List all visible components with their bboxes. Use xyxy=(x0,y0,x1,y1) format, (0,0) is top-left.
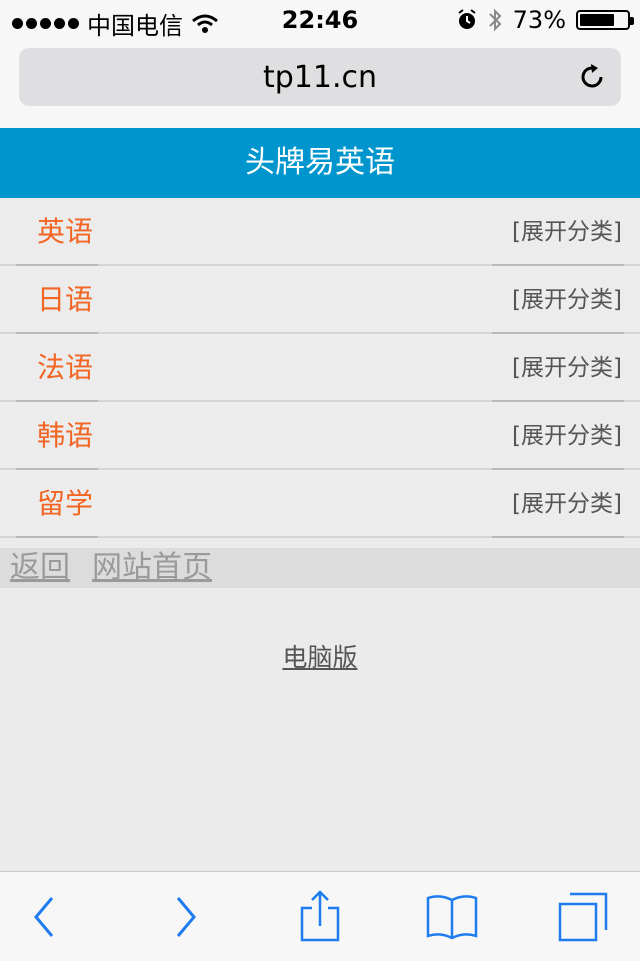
home-link[interactable]: 网站首页 xyxy=(92,548,212,588)
browser-address-area: tp11.cn xyxy=(0,40,640,129)
status-bar: 中国电信 22:46 73% xyxy=(0,0,640,40)
menu-item-label[interactable]: 日语 xyxy=(37,278,93,318)
battery-icon xyxy=(576,10,634,30)
expand-category-link[interactable]: [展开分类] xyxy=(512,212,622,246)
forward-arrow-icon[interactable] xyxy=(156,890,216,944)
bluetooth-icon xyxy=(488,8,502,32)
menu-item-label[interactable]: 留学 xyxy=(37,482,93,522)
expand-category-link[interactable]: [展开分类] xyxy=(512,280,622,314)
status-right: 73% xyxy=(457,6,634,34)
battery-percent: 73% xyxy=(512,6,566,34)
battery-fill xyxy=(580,14,614,26)
footer-links-bar: 返回 网站首页 xyxy=(0,548,640,588)
desktop-version-link[interactable]: 电脑版 xyxy=(0,638,640,674)
back-arrow-icon[interactable] xyxy=(14,890,74,944)
expand-category-link[interactable]: [展开分类] xyxy=(512,348,622,382)
menu-row-japanese[interactable]: 日语 [展开分类] xyxy=(0,266,640,334)
bookmarks-icon[interactable] xyxy=(422,890,482,944)
menu-row-study-abroad[interactable]: 留学 [展开分类] xyxy=(0,470,640,538)
menu-row-english[interactable]: 英语 [展开分类] xyxy=(0,198,640,266)
share-icon[interactable] xyxy=(290,890,350,944)
tabs-icon[interactable] xyxy=(554,890,614,944)
expand-category-link[interactable]: [展开分类] xyxy=(512,416,622,450)
browser-toolbar xyxy=(0,871,640,961)
menu-row-french[interactable]: 法语 [展开分类] xyxy=(0,334,640,402)
menu-item-label[interactable]: 法语 xyxy=(37,346,93,386)
site-header: 头牌易英语 xyxy=(0,128,640,198)
back-link[interactable]: 返回 xyxy=(10,548,70,588)
divider xyxy=(492,536,624,538)
url-text[interactable]: tp11.cn xyxy=(19,60,621,95)
menu-row-korean[interactable]: 韩语 [展开分类] xyxy=(0,402,640,470)
menu-item-label[interactable]: 韩语 xyxy=(37,414,93,454)
category-menu: 英语 [展开分类] 日语 [展开分类] 法语 [展开分类] 韩语 [展开分类] … xyxy=(0,198,640,538)
divider xyxy=(16,536,98,538)
reload-icon[interactable] xyxy=(577,62,607,92)
expand-category-link[interactable]: [展开分类] xyxy=(512,484,622,518)
menu-item-label[interactable]: 英语 xyxy=(37,210,93,250)
address-bar[interactable]: tp11.cn xyxy=(19,48,621,106)
alarm-icon xyxy=(458,9,476,29)
